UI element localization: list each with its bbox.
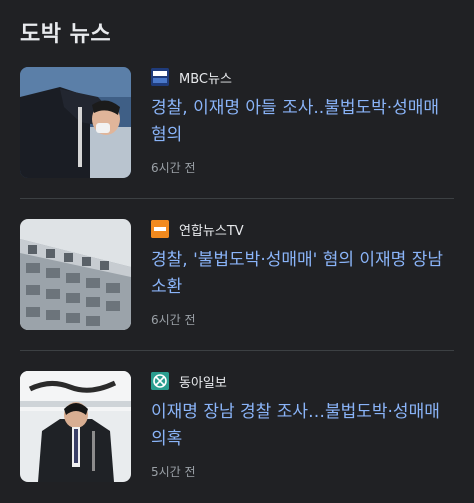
source-row: 연합뉴스TV xyxy=(151,220,244,239)
news-card-3[interactable]: 동아일보 이재명 장남 경찰 조사…불법도박·성매매 의혹 5시간 전 xyxy=(20,371,454,485)
article-headline-link[interactable]: 경찰, '불법도박·성매매' 혐의 이재명 장남 소환 xyxy=(151,247,453,301)
article-thumbnail[interactable] xyxy=(20,219,131,330)
donga-ilbo-logo-icon xyxy=(151,372,169,390)
article-headline-link[interactable]: 경찰, 이재명 아들 조사..불법도박·성매매 혐의 xyxy=(151,95,453,149)
yonhap-news-tv-logo-icon xyxy=(151,220,169,238)
news-photo-bowing-man xyxy=(20,67,131,178)
news-card-1[interactable]: MBC뉴스 경찰, 이재명 아들 조사..불법도박·성매매 혐의 6시간 전 xyxy=(20,67,454,181)
section-title: 도박 뉴스 xyxy=(20,22,112,47)
news-photo-bowing-man-at-podium xyxy=(20,371,131,482)
divider xyxy=(20,350,454,351)
news-card-2[interactable]: 연합뉴스TV 경찰, '불법도박·성매매' 혐의 이재명 장남 소환 6시간 전 xyxy=(20,219,454,333)
source-name: MBC뉴스 xyxy=(179,71,232,87)
article-timestamp: 6시간 전 xyxy=(151,313,196,327)
article-thumbnail[interactable] xyxy=(20,371,131,482)
article-thumbnail[interactable] xyxy=(20,67,131,178)
source-name: 연합뉴스TV xyxy=(179,223,244,239)
article-timestamp: 6시간 전 xyxy=(151,161,196,175)
source-row: MBC뉴스 xyxy=(151,68,232,87)
article-timestamp: 5시간 전 xyxy=(151,465,196,479)
mbc-news-logo-icon xyxy=(151,68,169,86)
article-headline-link[interactable]: 이재명 장남 경찰 조사…불법도박·성매매 의혹 xyxy=(151,399,453,453)
divider xyxy=(20,198,454,199)
news-photo-police-building xyxy=(20,219,131,330)
source-name: 동아일보 xyxy=(179,375,227,391)
source-row: 동아일보 xyxy=(151,372,227,391)
